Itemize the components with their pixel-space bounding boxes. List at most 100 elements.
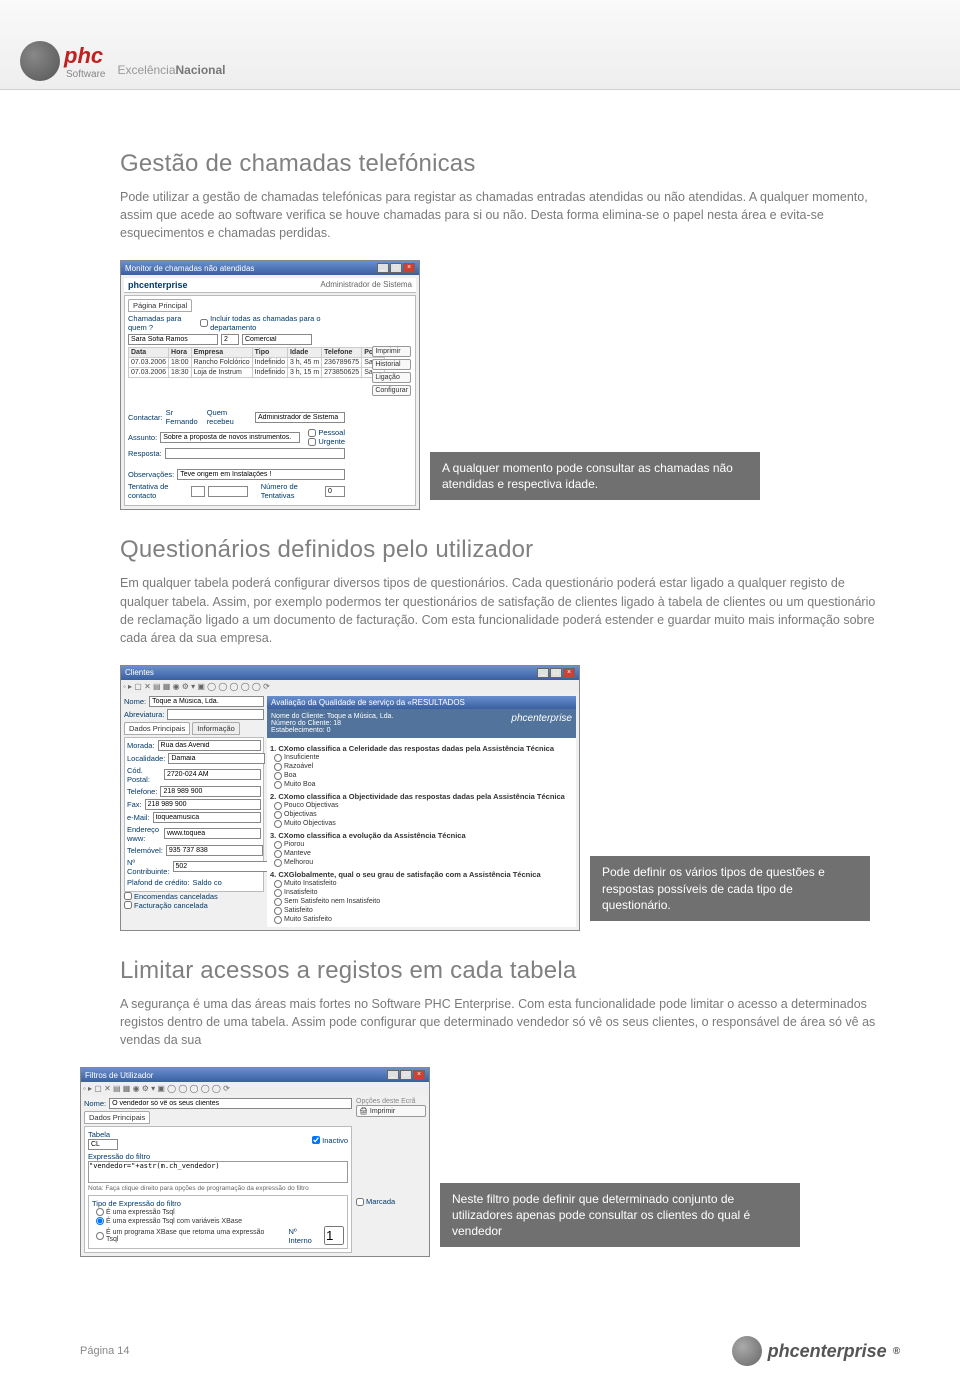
window-title: Clientes	[125, 668, 154, 677]
tagline: ExcelênciaNacional	[117, 63, 225, 81]
maximize-button[interactable]: □	[550, 668, 562, 678]
cp-input[interactable]	[164, 769, 261, 780]
window-titlebar[interactable]: Clientes _ □ ×	[121, 666, 579, 680]
maximize-button[interactable]: □	[400, 1070, 412, 1080]
close-button[interactable]: ×	[403, 263, 415, 273]
contrib-input[interactable]	[173, 861, 270, 872]
person-input[interactable]	[128, 334, 218, 345]
window-title: Monitor de chamadas não atendidas	[125, 264, 254, 273]
tab-main[interactable]: Página Principal	[128, 299, 192, 312]
question-title: 3. CXomo classifica a evolução da Assist…	[270, 831, 573, 840]
tel-input[interactable]	[160, 786, 261, 797]
tab-dados[interactable]: Dados Principais	[124, 722, 190, 735]
label-contactar: Contactar:	[128, 413, 163, 422]
tab-dados[interactable]: Dados Principais	[84, 1111, 150, 1124]
brand-row: phcenterprise Administrador de Sistema	[124, 278, 416, 293]
answer-radio[interactable]	[274, 907, 282, 915]
answer-radio[interactable]	[274, 811, 282, 819]
fax-input[interactable]	[145, 799, 261, 810]
side-button[interactable]: Configurar	[372, 385, 411, 396]
table-header: Hora	[169, 348, 192, 358]
side-button[interactable]: Historial	[372, 359, 411, 370]
chk-fact[interactable]	[124, 901, 132, 909]
answer-radio[interactable]	[274, 859, 282, 867]
answer-radio[interactable]	[274, 841, 282, 849]
answer-radio[interactable]	[274, 781, 282, 789]
window-titlebar[interactable]: Filtros de Utilizador _ □ ×	[81, 1068, 429, 1082]
close-button[interactable]: ×	[413, 1070, 425, 1080]
obs-input[interactable]	[177, 469, 345, 480]
section-2-text: Em qualquer tabela poderá configurar div…	[120, 574, 880, 647]
table-row[interactable]: 07.03.200618:30Loja de InstrumIndefinido…	[129, 368, 385, 378]
local-input[interactable]	[168, 753, 265, 764]
logo-text: phc	[64, 43, 105, 69]
radio-xbase-prog[interactable]	[96, 1232, 104, 1240]
radio-tsql[interactable]	[96, 1208, 104, 1216]
minimize-button[interactable]: _	[377, 263, 389, 273]
ninterno-input[interactable]	[324, 1226, 344, 1245]
radio-tsql-xbase[interactable]	[96, 1217, 104, 1225]
logo-subtext: Software	[66, 69, 105, 80]
table-row[interactable]: 07.03.200618:00Rancho FolclóricoIndefini…	[129, 358, 385, 368]
toolbar[interactable]: ◦ ▸ ▢ ✕ ▤ ▦ ◉ ⚙ ▾ ▣ ◯ ◯ ◯ ◯ ◯ ⟳	[121, 680, 579, 693]
answer-radio[interactable]	[274, 850, 282, 858]
clients-window: Clientes _ □ × ◦ ▸ ▢ ✕ ▤ ▦ ◉ ⚙ ▾ ▣ ◯ ◯ ◯…	[120, 665, 580, 931]
side-button[interactable]: Ligação	[372, 372, 411, 383]
numtent-input[interactable]	[325, 486, 345, 497]
nome-input[interactable]	[149, 696, 264, 707]
section-1-title: Gestão de chamadas telefónicas	[120, 150, 880, 178]
answer-radio[interactable]	[274, 820, 282, 828]
tentativa-time-input[interactable]	[208, 486, 248, 497]
url-input[interactable]	[164, 828, 261, 839]
telemovel-input[interactable]	[166, 845, 263, 856]
tagline-bold: Nacional	[176, 63, 226, 77]
dept-input[interactable]	[242, 334, 312, 345]
label-numtent: Número de Tentativas	[261, 482, 322, 500]
user-role: Administrador de Sistema	[320, 280, 412, 290]
answer-radio[interactable]	[274, 763, 282, 771]
chk-all-calls-label: Incluir todas as chamadas para o departa…	[210, 314, 345, 332]
tab-info[interactable]: Informação	[192, 722, 240, 735]
chk-marcada[interactable]	[356, 1198, 364, 1206]
maximize-button[interactable]: □	[390, 263, 402, 273]
minimize-button[interactable]: _	[537, 668, 549, 678]
chk-inactivo[interactable]	[312, 1136, 320, 1144]
email-input[interactable]	[153, 812, 261, 823]
page-footer: Página 14 phcenterprise®	[0, 1336, 960, 1366]
expr-textarea[interactable]: "vendedor="+astr(m.ch_vendedor)	[88, 1161, 348, 1183]
minimize-button[interactable]: _	[387, 1070, 399, 1080]
chk-enc[interactable]	[124, 892, 132, 900]
dept-num-input[interactable]	[221, 334, 239, 345]
answer-radio[interactable]	[274, 916, 282, 924]
answer-radio[interactable]	[274, 802, 282, 810]
resposta-input[interactable]	[165, 448, 345, 459]
chk-all-calls[interactable]	[200, 319, 208, 327]
answer-radio[interactable]	[274, 880, 282, 888]
abrev-input[interactable]	[167, 709, 264, 720]
answer-radio[interactable]	[274, 772, 282, 780]
answer-radio[interactable]	[274, 889, 282, 897]
table-header: Tipo	[252, 348, 287, 358]
morada-input[interactable]	[158, 740, 261, 751]
filter-name-input[interactable]	[109, 1098, 352, 1109]
logo-orb-icon	[20, 41, 60, 81]
side-button[interactable]: Imprimir	[372, 346, 411, 357]
toolbar[interactable]: ◦ ▸ ▢ ✕ ▤ ▦ ◉ ⚙ ▾ ▣ ◯ ◯ ◯ ◯ ◯ ⟳	[81, 1082, 429, 1095]
chk-pessoal[interactable]	[308, 429, 316, 437]
answer-radio[interactable]	[274, 754, 282, 762]
logo: phc Software	[20, 41, 105, 81]
caption-2: Pode definir os vários tipos de questões…	[590, 856, 870, 921]
chk-urgente[interactable]	[308, 438, 316, 446]
tentativa-icon-input[interactable]	[191, 486, 205, 497]
quemrec-input[interactable]	[255, 412, 345, 423]
questionnaire-title: Avaliação da Qualidade de serviço da «RE…	[271, 698, 465, 707]
assunto-input[interactable]	[160, 432, 300, 443]
tabela-input[interactable]	[88, 1139, 118, 1150]
close-button[interactable]: ×	[563, 668, 575, 678]
answer-radio[interactable]	[274, 898, 282, 906]
opcoes-title: Opções deste Ecrã	[356, 1098, 426, 1105]
window-titlebar[interactable]: Monitor de chamadas não atendidas _ □ ×	[121, 261, 419, 275]
imprimir-button[interactable]: 🖨Imprimir	[356, 1105, 426, 1117]
caption-3: Neste filtro pode definir que determinad…	[440, 1183, 800, 1248]
section-3-text: A segurança é uma das áreas mais fortes …	[120, 995, 880, 1049]
